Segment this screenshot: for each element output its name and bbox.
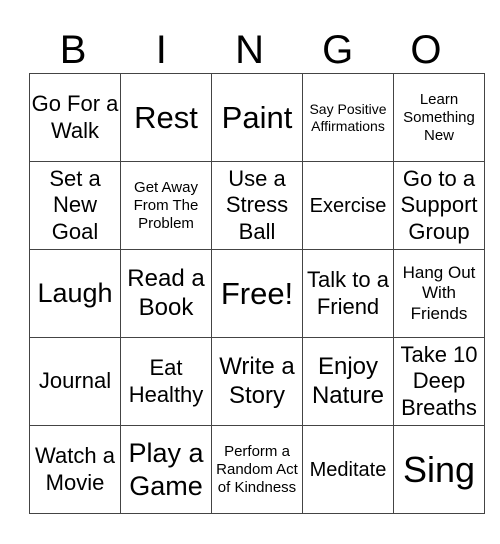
bingo-row: Watch a Movie Play a Game Perform a Rand… [29, 425, 485, 514]
bingo-cell[interactable]: Perform a Random Act of Kindness [211, 425, 303, 514]
bingo-cell[interactable]: Use a Stress Ball [211, 161, 303, 250]
bingo-cell[interactable]: Write a Story [211, 337, 303, 426]
bingo-header: B I N G O [29, 27, 470, 73]
bingo-cell[interactable]: Go For a Walk [29, 73, 121, 162]
bingo-cell[interactable]: Hang Out With Friends [393, 249, 485, 338]
free-space-cell[interactable]: Free! [211, 249, 303, 338]
bingo-row: Set a New Goal Get Away From The Problem… [29, 161, 485, 250]
bingo-cell[interactable]: Journal [29, 337, 121, 426]
bingo-cell[interactable]: Get Away From The Problem [120, 161, 212, 250]
bingo-cell[interactable]: Exercise [302, 161, 394, 250]
bingo-row: Journal Eat Healthy Write a Story Enjoy … [29, 337, 485, 426]
bingo-cell[interactable]: Learn Something New [393, 73, 485, 162]
header-letter-i: I [155, 28, 167, 72]
header-letter-b: B [59, 28, 87, 72]
bingo-cell[interactable]: Take 10 Deep Breaths [393, 337, 485, 426]
bingo-cell[interactable]: Laugh [29, 249, 121, 338]
bingo-cell[interactable]: Rest [120, 73, 212, 162]
bingo-grid: Go For a Walk Rest Paint Say Positive Af… [29, 73, 485, 514]
bingo-cell[interactable]: Set a New Goal [29, 161, 121, 250]
bingo-row: Go For a Walk Rest Paint Say Positive Af… [29, 73, 485, 162]
bingo-cell[interactable]: Paint [211, 73, 303, 162]
bingo-cell[interactable]: Enjoy Nature [302, 337, 394, 426]
bingo-cell[interactable]: Go to a Support Group [393, 161, 485, 250]
bingo-cell[interactable]: Eat Healthy [120, 337, 212, 426]
bingo-row: Laugh Read a Book Free! Talk to a Friend… [29, 249, 485, 338]
bingo-cell[interactable]: Meditate [302, 425, 394, 514]
bingo-cell[interactable]: Say Positive Affirmations [302, 73, 394, 162]
bingo-cell[interactable]: Watch a Movie [29, 425, 121, 514]
bingo-cell[interactable]: Talk to a Friend [302, 249, 394, 338]
header-letter-g: G [322, 28, 354, 72]
header-letter-o: O [410, 28, 442, 72]
header-letter-n: N [235, 28, 264, 72]
bingo-cell[interactable]: Sing [393, 425, 485, 514]
bingo-cell[interactable]: Play a Game [120, 425, 212, 514]
bingo-cell[interactable]: Read a Book [120, 249, 212, 338]
